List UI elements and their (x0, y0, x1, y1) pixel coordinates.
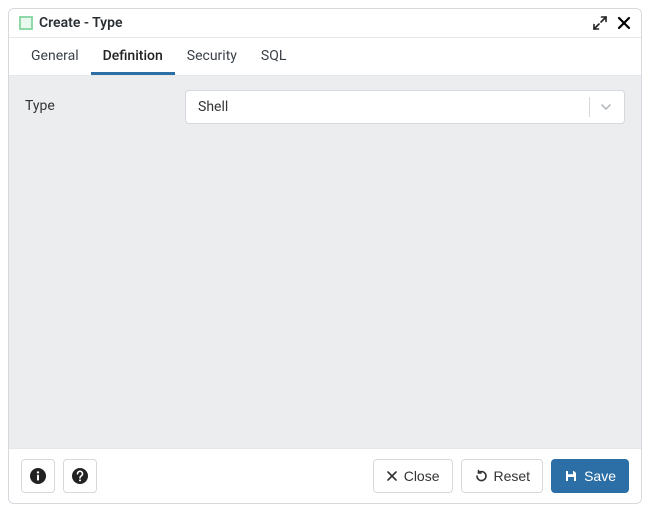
reset-button-label: Reset (494, 468, 531, 484)
tab-bar: General Definition Security SQL (9, 38, 641, 76)
type-field-label: Type (25, 90, 165, 114)
tab-sql[interactable]: SQL (249, 38, 298, 75)
footer-left (21, 459, 97, 493)
content-area: Type Shell (9, 76, 641, 448)
help-button[interactable] (63, 459, 97, 493)
dialog-create-type: Create - Type General Definition Securit… (8, 8, 642, 504)
close-button-label: Close (404, 468, 440, 484)
close-icon[interactable] (617, 16, 631, 30)
close-button[interactable]: Close (373, 459, 453, 493)
footer-right: Close Reset Save (373, 459, 629, 493)
footer: Close Reset Save (9, 448, 641, 503)
x-icon (386, 470, 398, 482)
info-button[interactable] (21, 459, 55, 493)
tab-security[interactable]: Security (175, 38, 249, 75)
titlebar: Create - Type (9, 9, 641, 38)
tab-general[interactable]: General (19, 38, 91, 75)
reset-button[interactable]: Reset (461, 459, 544, 493)
tab-definition[interactable]: Definition (91, 38, 175, 75)
save-button-label: Save (584, 468, 616, 484)
dialog-title: Create - Type (39, 15, 593, 31)
chevron-down-icon (589, 97, 612, 117)
save-icon (564, 469, 578, 483)
save-button[interactable]: Save (551, 459, 629, 493)
expand-icon[interactable] (593, 16, 607, 30)
type-select-wrap: Shell (185, 90, 625, 124)
type-select-value: Shell (198, 99, 228, 115)
help-icon (71, 467, 89, 485)
type-select[interactable]: Shell (185, 90, 625, 124)
info-icon (29, 467, 47, 485)
reset-icon (474, 469, 488, 483)
type-icon (19, 16, 33, 30)
titlebar-actions (593, 16, 631, 30)
